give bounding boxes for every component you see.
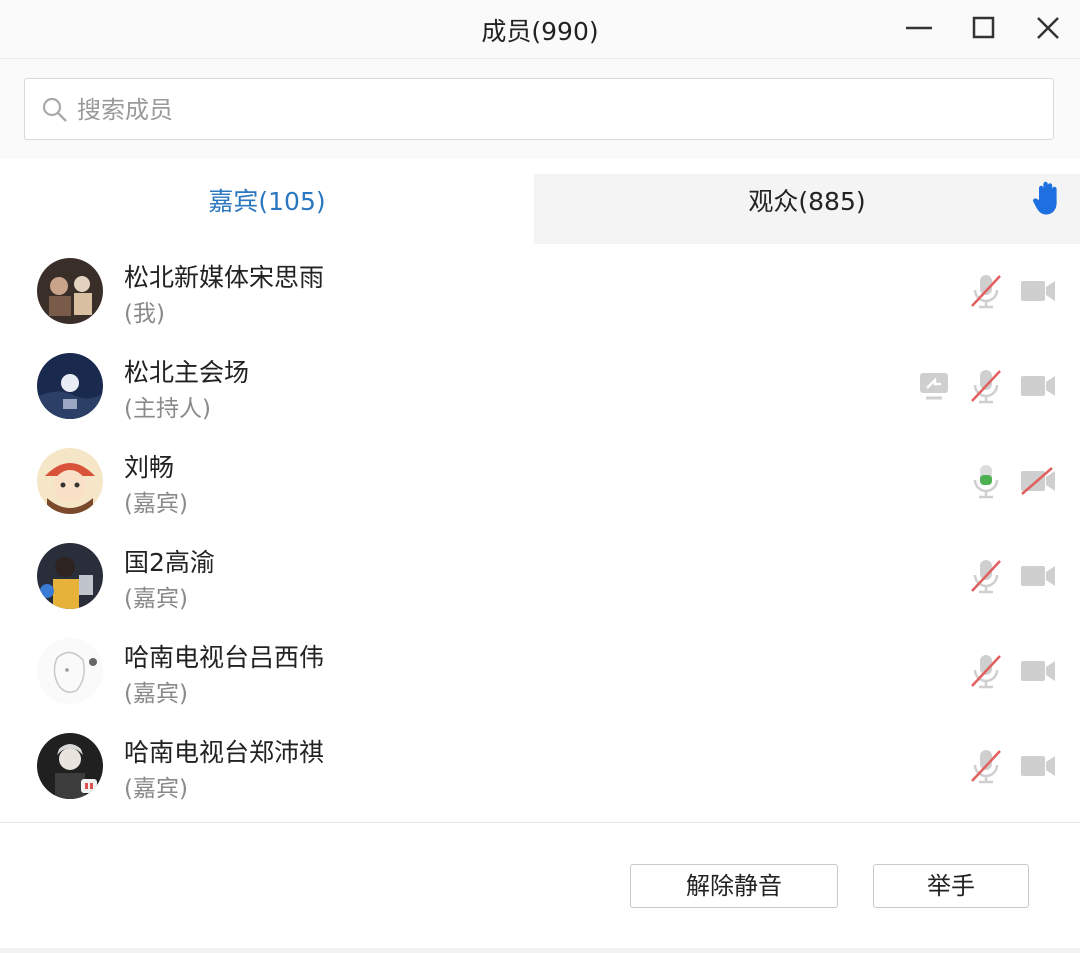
footer-divider [0,822,1080,823]
mic-muted-icon[interactable] [968,367,1004,405]
list-item[interactable]: 刘畅 (嘉宾) [0,436,1080,531]
member-role: (我) [124,301,165,327]
member-name: 松北主会场 [124,358,250,387]
mic-muted-icon[interactable] [968,747,1004,785]
mic-muted-icon[interactable] [968,652,1004,690]
search-icon [42,97,67,122]
avatar [37,638,103,704]
raise-hand-button[interactable]: 举手 [873,864,1029,908]
avatar [37,353,103,419]
member-tabs: 嘉宾(105) 观众(885) [0,160,1080,244]
title-bar: 成员(990) [0,0,1080,59]
screen-share-icon[interactable] [916,367,952,405]
maximize-button[interactable] [962,8,1006,48]
avatar [37,733,103,799]
avatar [37,543,103,609]
member-role: (主持人) [124,396,211,422]
member-role: (嘉宾) [124,776,188,802]
mic-active-icon[interactable] [968,462,1004,500]
member-role: (嘉宾) [124,586,188,612]
camera-off-icon[interactable] [1018,367,1058,405]
list-item[interactable]: 松北主会场 (主持人) [0,341,1080,436]
maximize-icon [972,16,995,39]
camera-off-icon[interactable] [1018,652,1058,690]
unmute-button[interactable]: 解除静音 [630,864,838,908]
tab-guests[interactable]: 嘉宾(105) [0,174,534,244]
member-role: (嘉宾) [124,681,188,707]
camera-disabled-icon[interactable] [1018,462,1058,500]
minimize-button[interactable] [896,8,940,48]
search-box[interactable] [24,78,1054,140]
raise-hand-icon[interactable] [1032,180,1062,216]
minimize-icon [906,26,932,30]
list-item[interactable]: 哈南电视台郑沛祺 (嘉宾) [0,721,1080,816]
mic-muted-icon[interactable] [968,557,1004,595]
list-item[interactable]: 哈南电视台吕西伟 (嘉宾) [0,626,1080,721]
member-name: 哈南电视台吕西伟 [124,643,325,672]
avatar [37,258,103,324]
close-icon [1037,17,1059,39]
mic-muted-icon[interactable] [968,272,1004,310]
window-bottom-edge [0,948,1080,953]
tab-audience[interactable]: 观众(885) [534,174,1080,244]
member-name: 哈南电视台郑沛祺 [124,738,325,767]
member-name: 松北新媒体宋思雨 [124,263,325,292]
camera-off-icon[interactable] [1018,557,1058,595]
search-input[interactable] [75,89,1039,131]
member-role: (嘉宾) [124,491,188,517]
avatar [37,448,103,514]
close-button[interactable] [1026,8,1070,48]
list-item[interactable]: 松北新媒体宋思雨 (我) [0,246,1080,341]
members-window: 成员(990) 嘉宾(105) 观众(885) [0,0,1080,953]
member-list: 松北新媒体宋思雨 (我) 松北主会场 (主持人) 刘畅 (嘉宾) 国2高渝 (嘉… [0,240,1080,820]
search-area [0,59,1080,159]
camera-off-icon[interactable] [1018,747,1058,785]
member-name: 国2高渝 [124,548,215,577]
member-name: 刘畅 [124,453,175,482]
list-item[interactable]: 国2高渝 (嘉宾) [0,531,1080,626]
camera-off-icon[interactable] [1018,272,1058,310]
